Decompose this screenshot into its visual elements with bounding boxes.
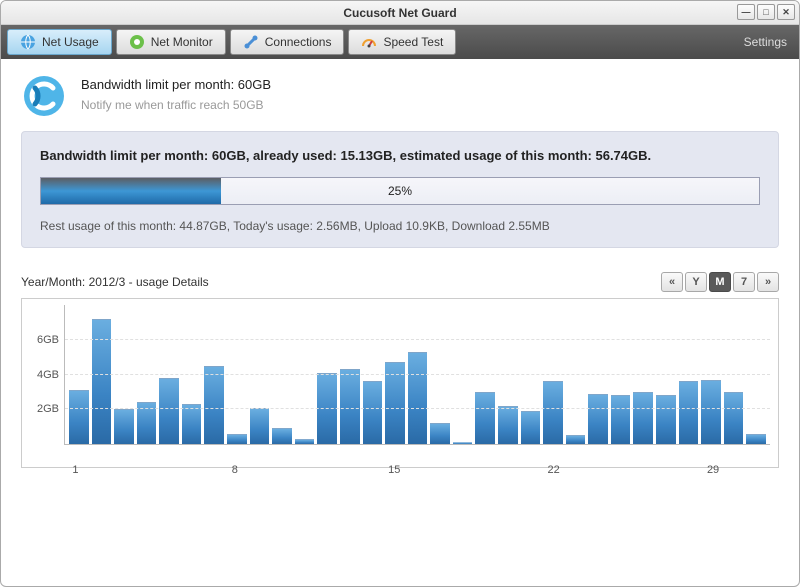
chart-bar bbox=[746, 434, 766, 444]
chart-bar bbox=[656, 395, 676, 444]
chart-bar bbox=[430, 423, 450, 444]
chart-bar bbox=[182, 404, 202, 444]
chart-y-tick: 6GB bbox=[37, 334, 65, 346]
chart-bar bbox=[340, 369, 360, 444]
chart-bar bbox=[250, 408, 270, 444]
tab-net-usage[interactable]: Net Usage bbox=[7, 29, 112, 55]
chart-x-tick: 22 bbox=[548, 464, 560, 476]
tab-speed-test[interactable]: Speed Test bbox=[348, 29, 456, 55]
settings-link[interactable]: Settings bbox=[744, 35, 793, 49]
range-first-button[interactable]: « bbox=[661, 272, 683, 292]
chart-bar bbox=[498, 406, 518, 444]
usage-rest-line: Rest usage of this month: 44.87GB, Today… bbox=[40, 219, 760, 233]
chart-bar bbox=[701, 380, 721, 444]
range-controls: « Y M 7 » bbox=[661, 272, 779, 292]
range-month-button[interactable]: M bbox=[709, 272, 731, 292]
chart-bar bbox=[114, 409, 134, 444]
chart-bar bbox=[521, 411, 541, 444]
chart-bar bbox=[385, 362, 405, 444]
chart-bar bbox=[611, 395, 631, 444]
chart-bar bbox=[272, 428, 292, 444]
window-controls: — □ ✕ bbox=[737, 4, 795, 20]
header-text: Bandwidth limit per month: 60GB Notify m… bbox=[81, 73, 271, 112]
progress-label: 25% bbox=[41, 178, 759, 204]
notify-threshold-text: Notify me when traffic reach 50GB bbox=[81, 98, 271, 112]
header-row: Bandwidth limit per month: 60GB Notify m… bbox=[21, 73, 779, 119]
tab-label: Speed Test bbox=[383, 35, 443, 49]
tab-net-monitor[interactable]: Net Monitor bbox=[116, 29, 226, 55]
minimize-button[interactable]: — bbox=[737, 4, 755, 20]
chart-bar bbox=[633, 392, 653, 444]
app-logo-icon bbox=[21, 73, 67, 119]
gauge-icon bbox=[361, 34, 377, 50]
chart-bar bbox=[92, 319, 112, 444]
chart-bar bbox=[204, 366, 224, 444]
chart-bar bbox=[159, 378, 179, 444]
details-header-row: Year/Month: 2012/3 - usage Details « Y M… bbox=[21, 272, 779, 292]
chart-bar bbox=[475, 392, 495, 444]
chart-bar bbox=[363, 381, 383, 444]
chart-bar bbox=[724, 392, 744, 444]
chart-y-tick: 2GB bbox=[37, 403, 65, 415]
range-week-button[interactable]: 7 bbox=[733, 272, 755, 292]
tab-label: Net Monitor bbox=[151, 35, 213, 49]
chart-x-tick: 29 bbox=[707, 464, 719, 476]
chart-bar bbox=[566, 435, 586, 444]
app-window: Cucusoft Net Guard — □ ✕ Net Usage Net M… bbox=[0, 0, 800, 587]
chart-bar bbox=[295, 439, 315, 444]
content-area: Bandwidth limit per month: 60GB Notify m… bbox=[1, 59, 799, 586]
titlebar: Cucusoft Net Guard — □ ✕ bbox=[1, 1, 799, 25]
monitor-icon bbox=[129, 34, 145, 50]
chart-bar bbox=[453, 442, 473, 444]
chart-bars bbox=[65, 305, 770, 444]
range-year-button[interactable]: Y bbox=[685, 272, 707, 292]
details-label: Year/Month: 2012/3 - usage Details bbox=[21, 275, 209, 289]
link-icon bbox=[243, 34, 259, 50]
chart-bar bbox=[227, 434, 247, 444]
tab-label: Connections bbox=[265, 35, 332, 49]
window-title: Cucusoft Net Guard bbox=[343, 6, 456, 20]
chart-bar bbox=[588, 394, 608, 444]
summary-title: Bandwidth limit per month: 60GB, already… bbox=[40, 148, 760, 163]
chart-bar bbox=[408, 352, 428, 444]
close-button[interactable]: ✕ bbox=[777, 4, 795, 20]
chart-x-tick: 8 bbox=[232, 464, 238, 476]
chart-bar bbox=[543, 381, 563, 444]
progress-bar: 25% bbox=[40, 177, 760, 205]
usage-chart: 2GB4GB6GB 18152229 bbox=[21, 298, 779, 468]
globe-icon bbox=[20, 34, 36, 50]
chart-x-tick: 1 bbox=[72, 464, 78, 476]
tab-label: Net Usage bbox=[42, 35, 99, 49]
chart-bar bbox=[69, 390, 89, 444]
bandwidth-limit-text: Bandwidth limit per month: 60GB bbox=[81, 77, 271, 92]
tab-connections[interactable]: Connections bbox=[230, 29, 345, 55]
chart-plot-area: 2GB4GB6GB bbox=[64, 305, 770, 445]
summary-panel: Bandwidth limit per month: 60GB, already… bbox=[21, 131, 779, 248]
chart-x-tick: 15 bbox=[388, 464, 400, 476]
maximize-button[interactable]: □ bbox=[757, 4, 775, 20]
toolbar: Net Usage Net Monitor Connections Speed … bbox=[1, 25, 799, 59]
chart-bar bbox=[679, 381, 699, 444]
range-last-button[interactable]: » bbox=[757, 272, 779, 292]
chart-y-tick: 4GB bbox=[37, 369, 65, 381]
